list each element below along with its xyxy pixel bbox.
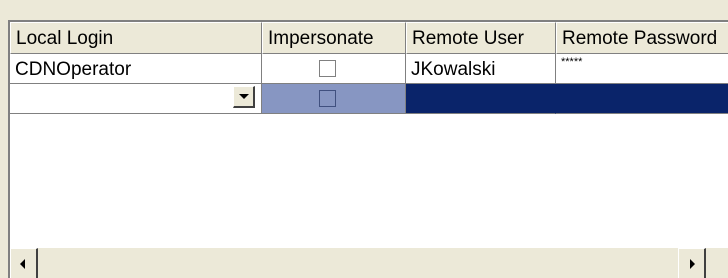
scroll-right-button[interactable] [678, 248, 706, 278]
grid-header: Local Login Impersonate Remote User Remo… [10, 22, 728, 54]
combo-dropdown-button[interactable] [233, 86, 255, 108]
table-row[interactable]: CDNOperator JKowalski ***** [10, 54, 728, 84]
table-row-new[interactable] [10, 84, 728, 114]
impersonate-cell[interactable] [262, 54, 406, 84]
column-header-impersonate[interactable]: Impersonate [262, 22, 406, 54]
arrow-left-icon [20, 259, 25, 269]
impersonate-checkbox[interactable] [319, 60, 336, 77]
column-header-remote-password[interactable]: Remote Password [556, 22, 728, 54]
chevron-down-icon [239, 94, 249, 99]
impersonate-cell[interactable] [262, 84, 406, 114]
horizontal-scrollbar[interactable] [10, 248, 728, 278]
column-header-remote-user[interactable]: Remote User [406, 22, 556, 54]
remote-password-cell[interactable] [556, 84, 728, 114]
arrow-right-icon [690, 259, 695, 269]
local-login-combobox[interactable] [10, 84, 262, 114]
scroll-left-button[interactable] [10, 248, 38, 278]
remote-user-cell[interactable]: JKowalski [406, 54, 556, 84]
login-mapping-grid: Local Login Impersonate Remote User Remo… [8, 20, 728, 278]
impersonate-checkbox[interactable] [319, 90, 336, 107]
column-header-local-login[interactable]: Local Login [10, 22, 262, 54]
remote-password-cell[interactable]: ***** [556, 54, 728, 84]
local-login-cell[interactable]: CDNOperator [10, 54, 262, 84]
scrollbar-track[interactable] [38, 248, 678, 278]
remote-user-cell[interactable] [406, 84, 556, 114]
